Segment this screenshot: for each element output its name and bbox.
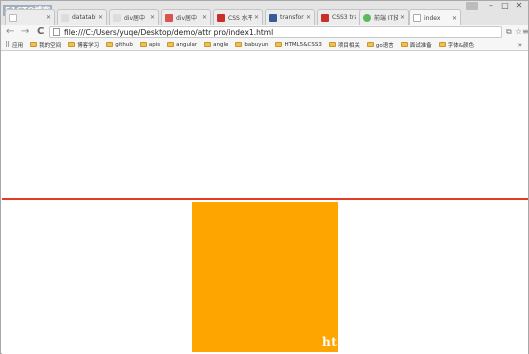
bookmark-folder[interactable]: go语言 [366, 41, 394, 49]
bookmark-label: HTML5&CSS3 [284, 41, 322, 48]
folder-icon [30, 42, 38, 47]
toolbar: ← → C ⧉ ☆ ≡ [1, 25, 529, 39]
bookmark-folder[interactable]: 博客学习 [68, 41, 99, 49]
bookmark-label: 博客学习 [77, 42, 100, 49]
close-icon[interactable]: ✕ [150, 14, 155, 21]
site-icon [321, 13, 329, 22]
back-button[interactable]: ← [6, 26, 14, 38]
tab-4[interactable]: div居中 ✕ [161, 9, 211, 25]
url-input[interactable] [64, 27, 484, 37]
bookmark-label: github [115, 41, 133, 48]
tab-2[interactable]: datatabl ✕ [57, 9, 107, 25]
close-window-button[interactable]: ✕ [512, 1, 526, 10]
site-icon [363, 13, 371, 22]
menu-icon[interactable]: ≡ [522, 27, 529, 36]
tab-title: transfor [280, 14, 304, 21]
bookmark-label: go语言 [375, 42, 394, 49]
profile-button[interactable] [466, 2, 478, 10]
folder-icon [139, 42, 147, 47]
folder-icon [275, 42, 283, 47]
tab-index-active[interactable]: index ✕ [409, 9, 461, 26]
tab-5[interactable]: CSS 水平 ✕ [213, 9, 263, 25]
tab-title: div居中 [124, 15, 146, 22]
site-icon [217, 13, 225, 22]
page-icon [413, 14, 421, 22]
bookmark-label: 我的空间 [39, 42, 62, 49]
browser-window: 51CTO博客 ✕ datatabl ✕ div居中 ✕ div居中 ✕ CSS… [0, 0, 529, 354]
close-icon[interactable]: ✕ [306, 14, 311, 21]
red-horizontal-line [2, 198, 528, 200]
close-icon[interactable]: ✕ [202, 14, 207, 21]
close-icon[interactable]: ✕ [46, 14, 51, 21]
forward-button[interactable]: → [21, 26, 29, 38]
bookmark-label: babuyun [244, 41, 269, 48]
folder-icon [68, 42, 76, 47]
close-icon[interactable]: ✕ [400, 14, 405, 21]
page-icon [113, 13, 121, 22]
folder-icon [400, 42, 408, 47]
maximize-button[interactable]: □ [498, 1, 512, 10]
site-icon [165, 13, 173, 22]
bookmark-folder[interactable]: 面试准备 [400, 41, 432, 49]
bookmark-label: angle [213, 41, 229, 48]
tab-3[interactable]: div居中 ✕ [109, 9, 159, 25]
tab-title: div居中 [176, 15, 198, 22]
bookmark-label: 应用 [12, 42, 24, 49]
tab-1[interactable]: ✕ [5, 9, 55, 25]
translate-icon[interactable]: ⧉ [506, 27, 512, 37]
tab-title: CSS3 tra [332, 14, 356, 21]
page-icon [9, 13, 17, 22]
bookmark-label: 项目相关 [337, 42, 360, 49]
tab-title: datatabl [72, 14, 96, 21]
bookmark-folder[interactable]: 我的空间 [30, 41, 61, 49]
bookmark-folder[interactable]: babuyun [235, 42, 268, 48]
bookmark-label: 字体&颜色 [447, 42, 475, 49]
close-icon[interactable]: ✕ [452, 15, 457, 22]
folder-icon [235, 42, 243, 47]
bookmark-folder[interactable]: HTML5&CSS3 [275, 41, 322, 48]
bookmark-folder[interactable]: github [106, 42, 133, 48]
tab-title: 前端 IT技 [374, 15, 398, 22]
folder-icon [204, 42, 212, 47]
apps-grid-icon: ⠿ [5, 40, 11, 49]
bookmark-label: 面试准备 [409, 42, 432, 49]
tab-title: CSS 水平 [228, 15, 252, 22]
close-icon[interactable]: ✕ [98, 14, 103, 21]
bookmark-apps[interactable]: ⠿ 应用 [5, 41, 23, 49]
folder-icon [106, 42, 114, 47]
minimize-button[interactable]: – [484, 1, 498, 10]
folder-icon [438, 42, 446, 47]
folder-icon [366, 42, 374, 47]
page-content: ht [2, 52, 528, 354]
address-bar[interactable] [49, 26, 502, 38]
bookmark-label: apis [148, 41, 161, 48]
bookmarks-bar: ⠿ 应用 我的空间 博客学习 github apis angular angle … [1, 39, 528, 51]
bookmark-folder[interactable]: angle [204, 42, 228, 48]
close-icon[interactable]: ✕ [254, 14, 259, 21]
tab-8[interactable]: 前端 IT技 ✕ [359, 9, 409, 25]
site-icon [269, 13, 277, 22]
page-icon [61, 13, 69, 22]
folder-icon [167, 42, 175, 47]
watermark-text: ht [322, 335, 338, 349]
bookmark-folder[interactable]: 字体&颜色 [438, 41, 475, 49]
tab-6[interactable]: transfor ✕ [265, 9, 315, 25]
more-bookmarks-button[interactable]: » [518, 41, 522, 49]
page-icon [53, 28, 60, 36]
folder-icon [328, 42, 336, 47]
bookmark-folder[interactable]: apis [139, 41, 161, 48]
bookmark-folder[interactable]: angular [167, 42, 197, 48]
orange-box [192, 202, 338, 352]
bookmark-folder[interactable]: 项目相关 [328, 41, 360, 49]
reload-button[interactable]: C [37, 26, 44, 38]
tab-strip: 51CTO博客 ✕ datatabl ✕ div居中 ✕ div居中 ✕ CSS… [1, 1, 528, 26]
bookmark-label: angular [176, 41, 198, 48]
tab-title: index [424, 14, 441, 22]
